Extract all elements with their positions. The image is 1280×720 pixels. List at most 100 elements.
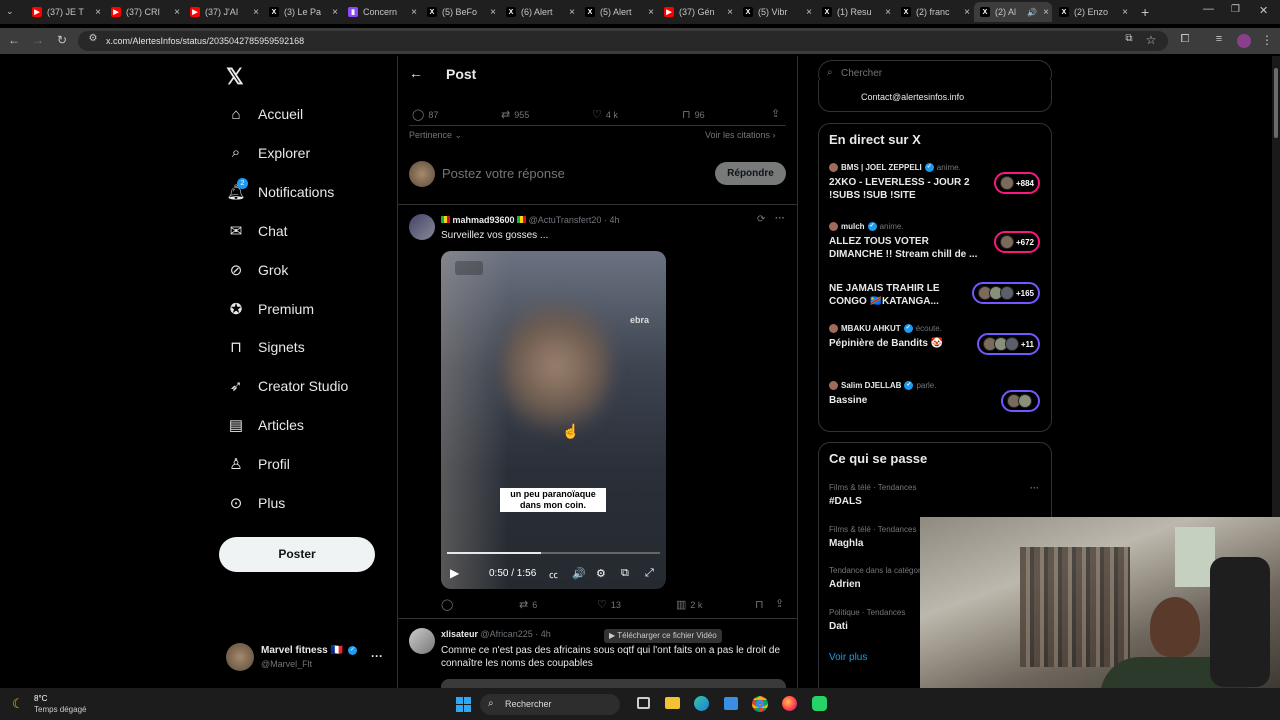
fullscreen-icon[interactable]: ⤢ <box>645 567 654 580</box>
close-tab-icon[interactable]: × <box>882 7 894 18</box>
trend-item[interactable]: Films & télé · Tendances #DALS ··· <box>829 483 1039 507</box>
close-tab-icon[interactable]: × <box>487 7 499 18</box>
participants-pill[interactable] <box>1001 390 1040 412</box>
reply-button[interactable]: Répondre <box>715 162 786 185</box>
scrollbar-thumb[interactable] <box>1274 68 1278 138</box>
tab[interactable]: X (2) franc × <box>895 2 973 22</box>
address-bar[interactable]: x.com/AlertesInfos/status/20350427859595… <box>78 31 1168 51</box>
tab[interactable]: X (3) Le Pa × <box>263 2 341 22</box>
account-switcher[interactable]: Marvel fitness 🇫🇷 ✓ @Marvel_Flt ··· <box>226 643 386 675</box>
tab[interactable]: ▮ Concern × <box>342 2 420 22</box>
install-app-icon[interactable]: ⧉ <box>1120 33 1138 44</box>
back-arrow-icon[interactable]: ← <box>409 65 423 81</box>
grok-icon[interactable]: ⟳ <box>757 214 765 225</box>
tab[interactable]: X (6) Alert × <box>500 2 578 22</box>
more-icon[interactable]: ··· <box>1030 483 1039 493</box>
live-item[interactable]: NE JAMAIS TRAHIR LE CONGO 🇨🇩KATANGA... +1… <box>829 282 1044 308</box>
tab[interactable]: X (1) Resu × <box>816 2 894 22</box>
reply2-name[interactable]: xlisateur <box>441 629 478 639</box>
video-player[interactable]: ebra un peu paranoïaque dans mon coin. ▶… <box>441 251 666 589</box>
close-tab-icon[interactable]: × <box>329 7 341 18</box>
close-tab-icon[interactable]: × <box>961 7 973 18</box>
close-tab-icon[interactable]: × <box>171 7 183 18</box>
reply1-reply-icon[interactable]: ◯ <box>441 598 457 611</box>
close-tab-icon[interactable]: × <box>803 7 815 18</box>
minimize-icon[interactable]: — <box>1203 3 1214 15</box>
close-tab-icon[interactable]: × <box>1119 7 1131 18</box>
tab[interactable]: X (2) Al 🔊 × <box>974 2 1052 22</box>
sort-dropdown[interactable]: Pertinence ⌄ <box>409 130 462 141</box>
close-tab-icon[interactable]: × <box>250 7 262 18</box>
close-tab-icon[interactable]: × <box>1040 7 1052 18</box>
store-icon[interactable] <box>724 697 738 710</box>
back-icon[interactable]: ← <box>5 33 23 47</box>
site-info-icon[interactable]: ⚙ <box>84 33 102 44</box>
live-item[interactable]: mulch ✓ anime. ALLEZ TOUS VOTER DIMANCHE !!… <box>829 222 1044 261</box>
nav-item-creator-studio[interactable]: ➶ Creator Studio <box>226 371 349 401</box>
reply1-bookmark-icon[interactable]: ⊓ <box>755 598 768 611</box>
participants-pill[interactable]: +672 <box>993 231 1040 253</box>
nav-item-articles[interactable]: ▤ Articles <box>226 410 304 440</box>
more-icon[interactable]: ··· <box>775 213 785 224</box>
profile-avatar[interactable] <box>1237 34 1251 48</box>
tab[interactable]: ▶ (37) JE T × <box>26 2 104 22</box>
nav-item-signets[interactable]: ⊓ Signets <box>226 332 305 362</box>
tab[interactable]: X (5) BeFo × <box>421 2 499 22</box>
forward-icon[interactable]: → <box>29 33 47 47</box>
repost-count[interactable]: ⇄ 955 <box>501 108 529 121</box>
captions-icon[interactable]: ㏄ <box>549 568 558 581</box>
nav-item-chat[interactable]: ✉ Chat <box>226 216 288 246</box>
more-icon[interactable]: ··· <box>371 649 383 663</box>
reply-count[interactable]: ◯ 87 <box>412 108 438 121</box>
firefox-icon[interactable] <box>782 696 797 711</box>
x-logo-icon[interactable]: 𝕏 <box>226 64 244 90</box>
close-tab-icon[interactable]: × <box>92 7 104 18</box>
edge-icon[interactable] <box>694 696 709 711</box>
media-icon[interactable]: ≡ <box>1210 33 1228 45</box>
tab[interactable]: ▶ (37) Gén × <box>658 2 736 22</box>
tab[interactable]: X (2) Enzo × <box>1053 2 1131 22</box>
reload-icon[interactable]: ↻ <box>53 33 71 47</box>
file-explorer-icon[interactable] <box>665 697 680 709</box>
nav-item-plus[interactable]: ⊙ Plus <box>226 488 286 518</box>
like-count[interactable]: ♡ 4 k <box>592 108 618 121</box>
participants-pill[interactable]: +165 <box>971 282 1040 304</box>
task-view-icon[interactable] <box>637 697 650 709</box>
audio-icon[interactable]: 🔊 <box>1027 8 1037 17</box>
new-tab-button[interactable]: + <box>1141 4 1149 20</box>
view-quotes-link[interactable]: Voir les citations › <box>705 130 776 140</box>
settings-icon[interactable]: ⚙ <box>596 567 606 580</box>
tab-search-button[interactable]: ⌄ <box>6 6 14 17</box>
taskbar-search[interactable]: Rechercher <box>480 694 620 715</box>
restore-icon[interactable]: ❐ <box>1231 4 1240 15</box>
reply1-like-count[interactable]: ♡ 13 <box>597 598 621 611</box>
see-more-link[interactable]: Voir plus <box>829 652 867 663</box>
reply1-repost-count[interactable]: ⇄ 6 <box>519 598 537 611</box>
nav-item-grok[interactable]: ⊘ Grok <box>226 255 289 285</box>
video-progress[interactable] <box>447 552 660 554</box>
nav-item-notifications[interactable]: 🔔︎ 2 Notifications <box>226 177 334 207</box>
tab[interactable]: X (5) Vibr × <box>737 2 815 22</box>
nav-item-premium[interactable]: ✪ Premium <box>226 294 314 324</box>
volume-icon[interactable]: 🔊 <box>572 567 586 580</box>
tab[interactable]: ▶ (37) J'AI × <box>184 2 262 22</box>
reply1-view-count[interactable]: ▥ 2 k <box>676 598 702 611</box>
start-icon[interactable] <box>456 697 471 712</box>
extensions-icon[interactable]: ⧠ <box>1176 33 1194 46</box>
nav-item-accueil[interactable]: ⌂ Accueil <box>226 99 303 129</box>
app-icon[interactable] <box>812 696 827 711</box>
close-tab-icon[interactable]: × <box>566 7 578 18</box>
reply1-name[interactable]: mahmad93600 <box>453 215 515 225</box>
nav-item-profil[interactable]: ♙ Profil <box>226 449 290 479</box>
live-item[interactable]: MBAKU AHKUT ✓ écoute. Pépinière de Bandits … <box>829 324 1044 355</box>
close-tab-icon[interactable]: × <box>645 7 657 18</box>
tab[interactable]: ▶ (37) CRI × <box>105 2 183 22</box>
live-item[interactable]: Salim DJELLAB ✓ parle. Bassine <box>829 381 1044 412</box>
post-button[interactable]: Poster <box>219 537 375 572</box>
reply1-share-icon[interactable]: ⇪ <box>775 597 784 610</box>
chrome-icon[interactable] <box>752 696 768 712</box>
nav-item-explorer[interactable]: ⌕ Explorer <box>226 138 310 168</box>
play-icon[interactable]: ▶ <box>450 566 459 580</box>
contact-email[interactable]: Contact@alertesinfos.info <box>861 92 964 102</box>
participants-pill[interactable]: +884 <box>993 172 1040 194</box>
